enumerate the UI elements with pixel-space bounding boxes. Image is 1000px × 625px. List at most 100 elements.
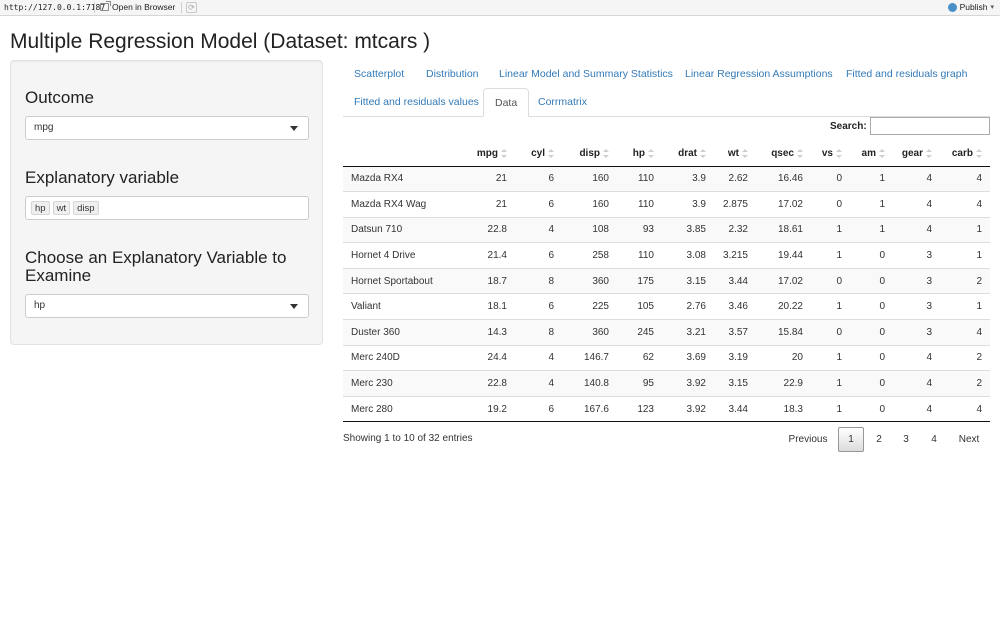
- table-cell-hp: 105: [617, 293, 662, 320]
- page-title: Multiple Regression Model (Dataset: mtca…: [10, 30, 431, 53]
- column-header-mpg[interactable]: mpg: [463, 141, 515, 167]
- pagination-page-4[interactable]: 4: [921, 427, 947, 452]
- column-header-cyl[interactable]: cyl: [515, 141, 562, 167]
- table-row[interactable]: Mazda RX4 Wag 21 6 160 110 3.9 2.875 17.02 0 1 4 4: [343, 191, 990, 218]
- table-cell-carb: 4: [940, 191, 990, 218]
- table-cell-vs: 0: [811, 191, 850, 218]
- pagination-page-3[interactable]: 3: [893, 427, 919, 452]
- selected-chip-wt[interactable]: wt: [52, 201, 71, 215]
- table-cell-mpg: 21: [463, 165, 515, 192]
- table-row[interactable]: Merc 280 19.2 6 167.6 123 3.92 3.44 18.3 1 0 4 4: [343, 395, 990, 423]
- pagination-next[interactable]: Next: [952, 427, 986, 452]
- table-cell-carb: 2: [940, 370, 990, 397]
- table-cell-cyl: 6: [515, 191, 562, 218]
- table-cell-cyl: 8: [515, 319, 562, 346]
- table-header-row: mpg cyl disp hp drat wt qsec vs am gear …: [343, 141, 990, 167]
- table-cell-gear: 3: [893, 242, 940, 269]
- search-input[interactable]: [870, 117, 990, 135]
- table-cell-am: 1: [850, 165, 893, 192]
- table-cell-cyl: 4: [515, 216, 562, 243]
- table-cell-mpg: 21.4: [463, 242, 515, 269]
- table-cell-wt: 3.46: [714, 293, 756, 320]
- tab-fitted-residuals-values[interactable]: Fitted and residuals values: [343, 88, 490, 116]
- publish-button[interactable]: Publish ▾: [947, 2, 994, 12]
- table-row[interactable]: Duster 360 14.3 8 360 245 3.21 3.57 15.84 0 0 3 4: [343, 319, 990, 346]
- table-row[interactable]: Merc 240D 24.4 4 146.7 62 3.69 3.19 20 1 0 4 2: [343, 344, 990, 371]
- table-cell-hp: 110: [617, 165, 662, 192]
- sort-icon: [836, 148, 842, 158]
- tab-corrmatrix[interactable]: Corrmatrix: [527, 88, 598, 116]
- table-cell-carb: 4: [940, 395, 990, 423]
- table-cell-am: 0: [850, 242, 893, 269]
- sort-icon: [926, 148, 932, 158]
- column-header-hp[interactable]: hp: [617, 141, 662, 167]
- sort-icon: [648, 148, 654, 158]
- table-cell-qsec: 18.3: [756, 395, 811, 423]
- examine-select-value: hp: [34, 300, 46, 311]
- table-cell-wt: 2.32: [714, 216, 756, 243]
- column-header-carb[interactable]: carb: [940, 141, 990, 167]
- table-cell-carb: 1: [940, 216, 990, 243]
- selected-chip-disp[interactable]: disp: [73, 201, 99, 215]
- table-cell-qsec: 19.44: [756, 242, 811, 269]
- table-cell-rowname: Valiant: [343, 293, 463, 320]
- table-cell-drat: 3.92: [662, 370, 714, 397]
- table-cell-disp: 167.6: [562, 395, 617, 423]
- tab-data[interactable]: Data: [483, 88, 530, 117]
- selected-chip-hp[interactable]: hp: [31, 201, 50, 215]
- table-cell-rowname: Hornet 4 Drive: [343, 242, 463, 269]
- explanatory-multiselect[interactable]: hp wt disp: [25, 196, 309, 220]
- examine-select[interactable]: hp: [25, 294, 309, 318]
- table-cell-hp: 62: [617, 344, 662, 371]
- table-cell-am: 0: [850, 344, 893, 371]
- table-row[interactable]: Valiant 18.1 6 225 105 2.76 3.46 20.22 1 0 3 1: [343, 293, 990, 320]
- column-header-disp[interactable]: disp: [562, 141, 617, 167]
- table-cell-rowname: Mazda RX4 Wag: [343, 191, 463, 218]
- table-cell-disp: 108: [562, 216, 617, 243]
- table-cell-qsec: 20.22: [756, 293, 811, 320]
- column-header-wt[interactable]: wt: [714, 141, 756, 167]
- table-cell-wt: 2.62: [714, 165, 756, 192]
- column-header-gear[interactable]: gear: [893, 141, 940, 167]
- table-cell-am: 0: [850, 370, 893, 397]
- table-cell-vs: 1: [811, 370, 850, 397]
- column-header-drat[interactable]: drat: [662, 141, 714, 167]
- table-row[interactable]: Datsun 710 22.8 4 108 93 3.85 2.32 18.61 1 1 4 1: [343, 216, 990, 243]
- table-cell-vs: 1: [811, 216, 850, 243]
- table-row[interactable]: Mazda RX4 21 6 160 110 3.9 2.62 16.46 0 1 4 4: [343, 165, 990, 192]
- table-row[interactable]: Hornet 4 Drive 21.4 6 258 110 3.08 3.215 19.44 1…: [343, 242, 990, 269]
- table-cell-am: 1: [850, 216, 893, 243]
- table-cell-hp: 110: [617, 242, 662, 269]
- outcome-select[interactable]: mpg: [25, 116, 309, 140]
- table-cell-drat: 2.76: [662, 293, 714, 320]
- table-row[interactable]: Merc 230 22.8 4 140.8 95 3.92 3.15 22.9 1 0 4 2: [343, 370, 990, 397]
- column-header-vs[interactable]: vs: [811, 141, 850, 167]
- pagination-previous[interactable]: Previous: [782, 427, 834, 452]
- tab-linear-model[interactable]: Linear Model and Summary Statistics: [488, 60, 684, 88]
- column-header-am[interactable]: am: [850, 141, 893, 167]
- table-cell-am: 1: [850, 191, 893, 218]
- table-cell-wt: 3.19: [714, 344, 756, 371]
- table-cell-wt: 3.44: [714, 395, 756, 423]
- pagination-page-1[interactable]: 1: [838, 427, 864, 452]
- column-header-rowname[interactable]: [343, 141, 463, 167]
- tab-regression-assumptions[interactable]: Linear Regression Assumptions: [674, 60, 844, 88]
- sort-icon: [879, 148, 885, 158]
- tab-distribution[interactable]: Distribution: [415, 60, 490, 88]
- pagination-page-2[interactable]: 2: [866, 427, 892, 452]
- tab-fitted-residuals-graph[interactable]: Fitted and residuals graph: [835, 60, 978, 88]
- tab-scatterplot[interactable]: Scatterplot: [343, 60, 415, 88]
- publish-icon: [947, 2, 957, 12]
- table-cell-drat: 3.9: [662, 165, 714, 192]
- table-cell-rowname: Datsun 710: [343, 216, 463, 243]
- refresh-icon[interactable]: ⟳: [186, 2, 197, 13]
- column-header-qsec[interactable]: qsec: [756, 141, 811, 167]
- table-cell-vs: 0: [811, 319, 850, 346]
- table-cell-am: 0: [850, 293, 893, 320]
- examine-label: Choose an Explanatory Variable to Examin…: [25, 248, 287, 285]
- table-cell-wt: 2.875: [714, 191, 756, 218]
- open-in-browser-button[interactable]: Open in Browser: [100, 1, 175, 12]
- table-row[interactable]: Hornet Sportabout 18.7 8 360 175 3.15 3.44 17.0…: [343, 267, 990, 294]
- outcome-label: Outcome: [25, 88, 94, 107]
- table-cell-wt: 3.15: [714, 370, 756, 397]
